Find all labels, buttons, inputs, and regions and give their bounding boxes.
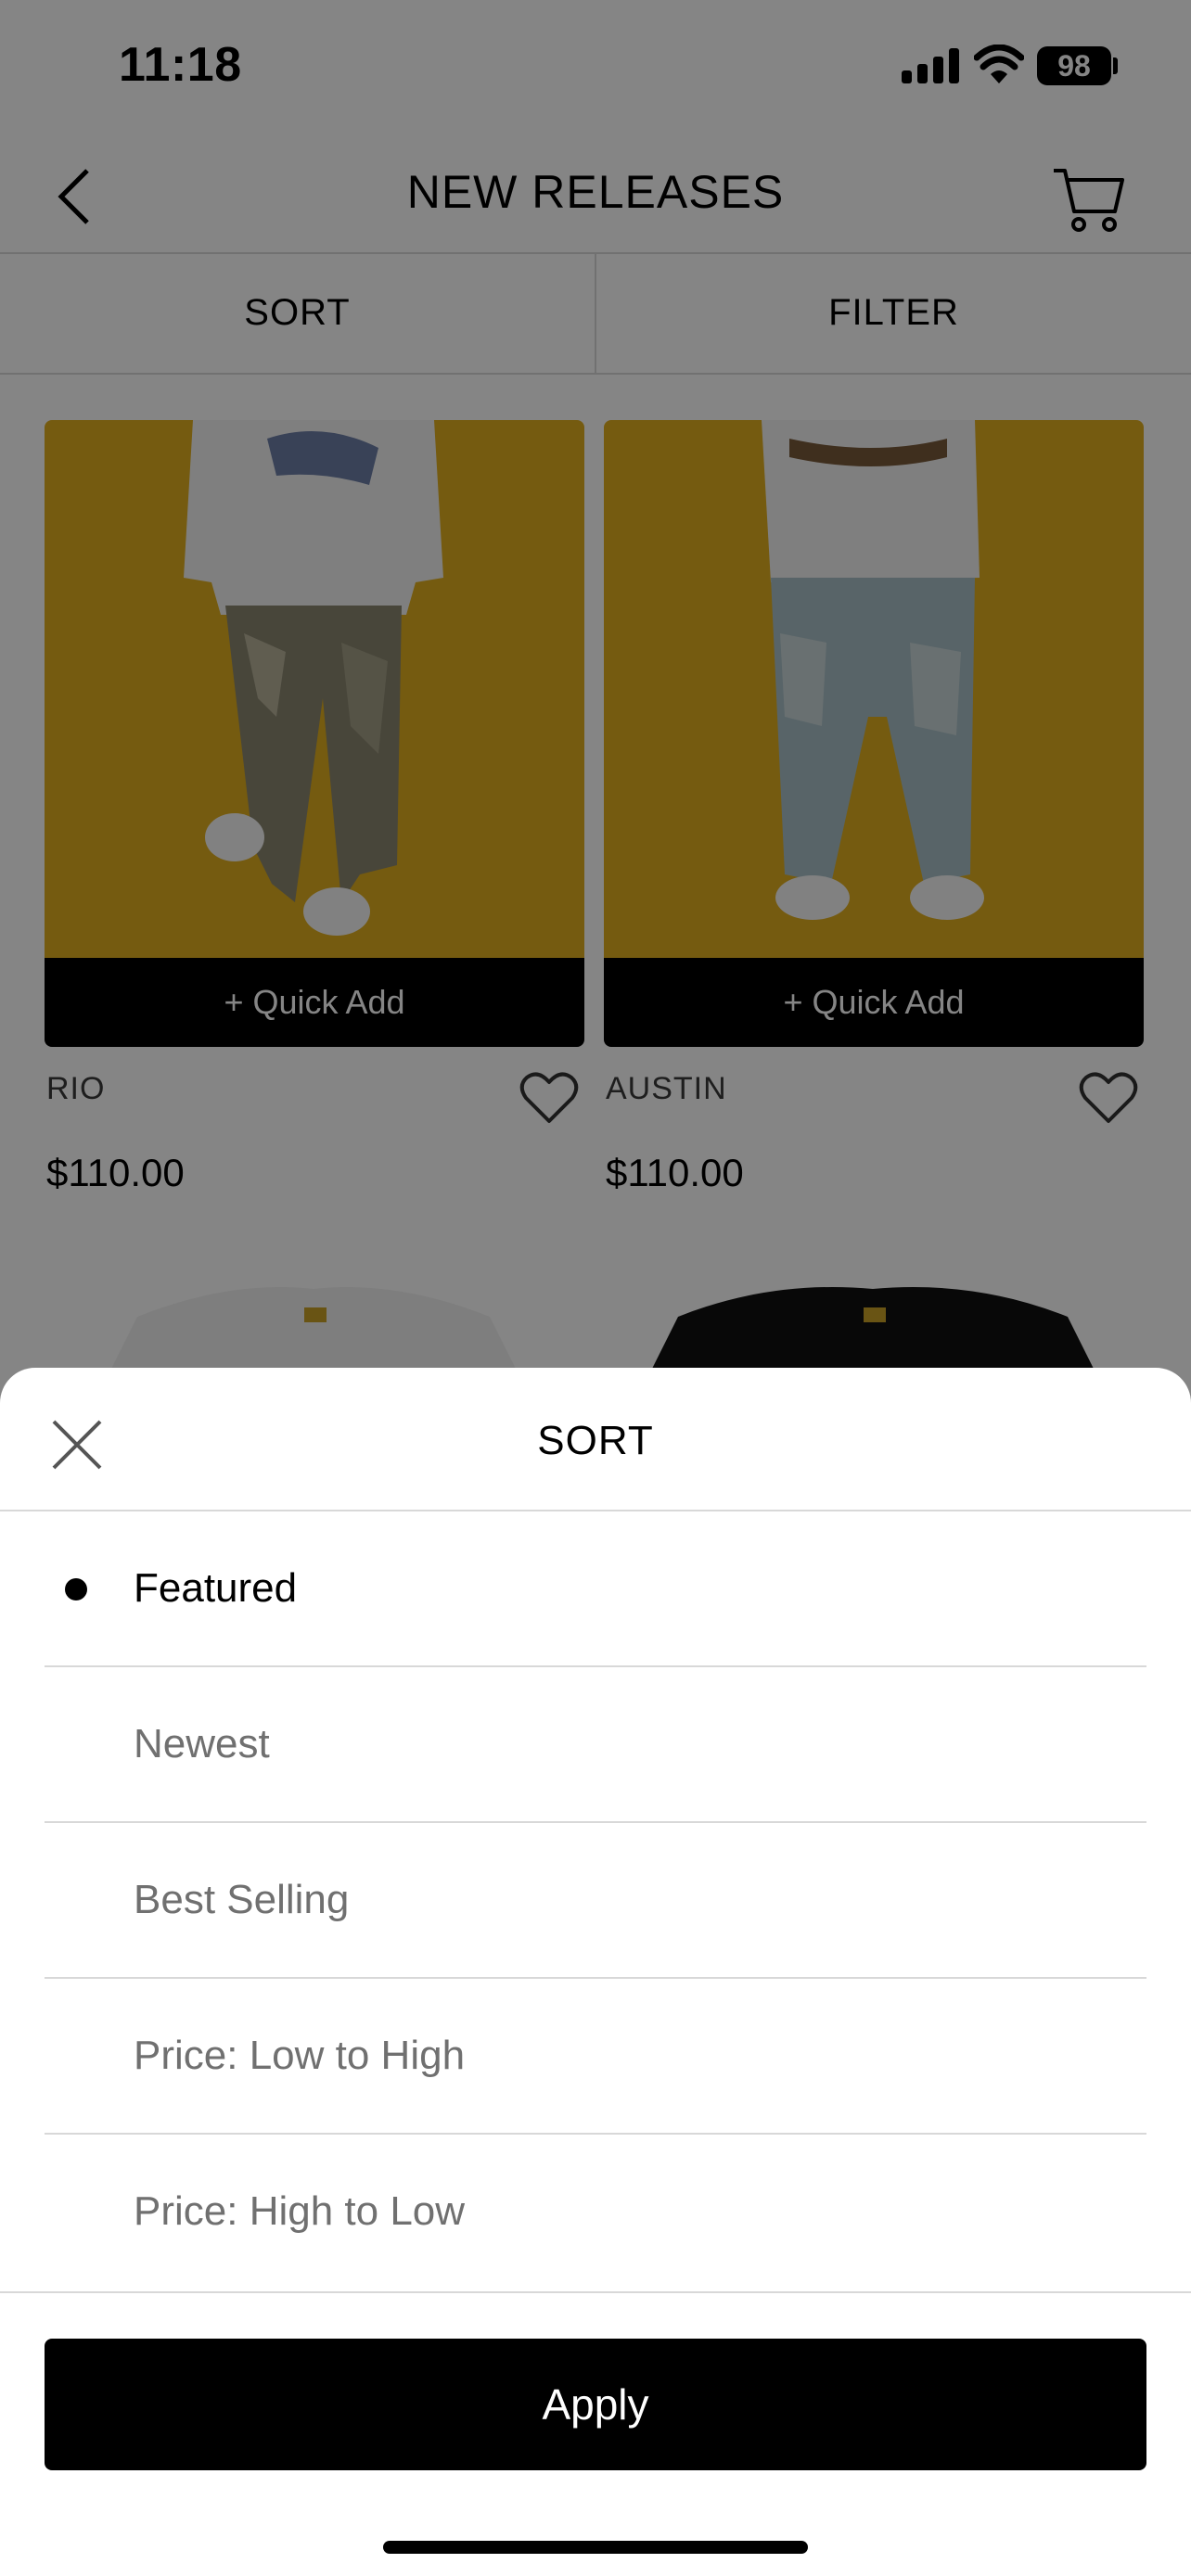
sort-option-price-high-low[interactable]: Price: High to Low: [45, 2135, 1146, 2290]
sort-sheet: SORT Featured Newest Best Selling Price:…: [0, 1368, 1191, 2576]
sort-option-featured[interactable]: Featured: [45, 1511, 1146, 1667]
sort-option-label: Featured: [134, 1565, 298, 1611]
sheet-header: SORT: [0, 1368, 1191, 1511]
sort-option-label: Best Selling: [134, 1877, 350, 1922]
sort-option-label: Price: Low to High: [134, 2033, 466, 2078]
home-indicator[interactable]: [383, 2541, 808, 2554]
selected-dot-icon: [65, 1578, 87, 1600]
sort-option-best-selling[interactable]: Best Selling: [45, 1823, 1146, 1979]
sort-option-label: Price: High to Low: [134, 2188, 466, 2234]
divider: [0, 2291, 1191, 2293]
sort-option-label: Newest: [134, 1721, 270, 1766]
sort-option-newest[interactable]: Newest: [45, 1667, 1146, 1823]
sheet-title: SORT: [537, 1418, 654, 1463]
sort-option-price-low-high[interactable]: Price: Low to High: [45, 1979, 1146, 2135]
apply-button[interactable]: Apply: [45, 2339, 1146, 2470]
